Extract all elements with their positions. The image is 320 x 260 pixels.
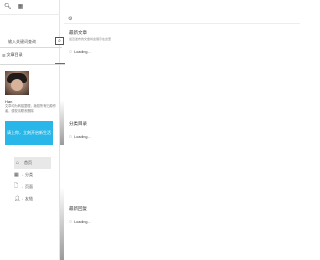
document-icon: 🗋 xyxy=(14,183,19,189)
nav-label: 分类 xyxy=(25,172,33,177)
nav-item-category[interactable]: ▦ › 分类 xyxy=(14,169,51,181)
section-latest-replies: 最新回复 xyxy=(69,206,294,213)
search-icon: ⌕ xyxy=(58,37,61,44)
divider xyxy=(0,64,65,65)
loading-indicator: ◌ Loading... xyxy=(69,49,91,55)
spinner-icon: ◌ xyxy=(69,219,72,225)
nav-label: 页面 xyxy=(25,184,33,189)
search-box: ⌕ xyxy=(4,37,64,45)
sidebar-topbar: 🔍︎ ▦ xyxy=(0,0,60,14)
section-title: 最新文章 xyxy=(69,30,87,35)
nav-item-links[interactable]: 👤︎ › 友链 xyxy=(14,193,51,205)
person-icon: 👤︎ xyxy=(14,196,21,202)
sidebar: 🔍︎ ▦ ⌕ ☰ 文章目录 Han 文章均为转载整理，版权所有归原作者，侵权请联… xyxy=(0,0,65,260)
loading-indicator: ◌ Loading... xyxy=(69,134,91,140)
toc-label: 文章目录 xyxy=(6,52,23,57)
chevron-right-icon: › xyxy=(22,173,23,177)
sidebar-nav: ⌂ 首页 ▦ › 分类 🗋 › 页面 👤︎ › 友链 xyxy=(14,157,51,205)
profile-bio: 文章均为转载整理，版权所有归原作者，侵权请联系删除 xyxy=(5,104,56,113)
section-title: 最新回复 xyxy=(69,206,87,211)
scrollbar[interactable] xyxy=(60,100,64,145)
login-banner-text: 请上你，立刻开启新生活 xyxy=(7,130,51,135)
scrollbar[interactable] xyxy=(60,187,64,260)
nav-label: 首页 xyxy=(24,160,32,165)
content-topbar: ⚙ xyxy=(64,14,300,24)
grid-icon: ▦ xyxy=(14,172,19,178)
search-icon[interactable]: 🔍︎ xyxy=(4,4,12,10)
toc-link[interactable]: ☰ 文章目录 xyxy=(0,49,60,61)
divider xyxy=(0,47,62,48)
grid-icon[interactable]: ▦ xyxy=(18,4,24,10)
section-categories: 分类目录 xyxy=(69,121,294,128)
divider xyxy=(0,14,60,15)
section-latest-posts: 最新文章 最近发布的文章将会展示在这里 xyxy=(69,30,294,41)
nav-label: 友链 xyxy=(25,196,33,201)
search-button[interactable]: ⌕ xyxy=(55,37,64,45)
nav-item-home[interactable]: ⌂ 首页 xyxy=(14,157,51,169)
list-icon: ☰ xyxy=(2,52,6,58)
login-banner[interactable]: 请上你，立刻开启新生活 xyxy=(5,121,53,145)
search-input[interactable] xyxy=(4,37,49,45)
section-subtitle: 最近发布的文章将会展示在这里 xyxy=(69,37,112,41)
nav-item-pages[interactable]: 🗋 › 页面 xyxy=(14,181,51,193)
chevron-right-icon: › xyxy=(22,185,23,189)
loading-text: Loading... xyxy=(73,220,91,224)
spinner-icon: ◌ xyxy=(69,49,72,55)
loading-text: Loading... xyxy=(73,50,91,54)
spinner-icon: ◌ xyxy=(69,134,72,140)
avatar[interactable] xyxy=(5,71,29,95)
loading-text: Loading... xyxy=(73,135,91,139)
section-title: 分类目录 xyxy=(69,121,87,126)
settings-icon[interactable]: ⚙ xyxy=(68,16,72,22)
loading-indicator: ◌ Loading... xyxy=(69,219,91,225)
home-icon: ⌂ xyxy=(16,160,20,166)
chevron-right-icon: › xyxy=(22,197,23,201)
